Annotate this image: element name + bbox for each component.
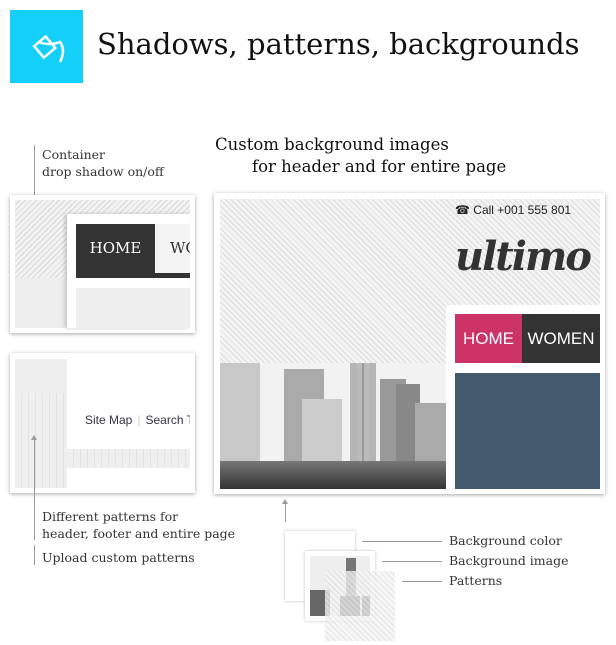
nav-women: WO [155, 224, 190, 273]
label-background-color: Background color [449, 533, 562, 548]
pointer-line [382, 561, 442, 562]
nav-home: HOME [89, 239, 142, 257]
container-shadow-label: Container drop shadow on/off [42, 147, 164, 179]
paint-bucket-icon [32, 34, 65, 63]
label-background-image: Background image [449, 553, 569, 568]
pointer-line [362, 541, 442, 542]
phone-icon: ☎ [455, 203, 470, 217]
layer-patterns [325, 571, 395, 641]
upload-label: Upload custom patterns [42, 550, 195, 565]
arrow-icon [282, 499, 288, 504]
nav-home: HOME [455, 314, 522, 363]
background-preview: ☎ Call +001 555 801 ultimo th HOME WOMEN [214, 193, 605, 494]
logo: ultimo th [455, 233, 600, 280]
arrow-icon [31, 435, 37, 440]
nav-women: WOMEN [522, 314, 600, 363]
label-patterns: Patterns [449, 573, 503, 588]
link-search: Search T [145, 413, 190, 427]
pointer-line [402, 581, 442, 582]
page-title: Shadows, patterns, backgrounds [97, 27, 580, 61]
phone-number: Call +001 555 801 [473, 203, 572, 217]
shadow-preview: HOME WO [10, 195, 195, 333]
patterns-preview: Site Map | Search T [10, 353, 195, 493]
pointer-line [34, 440, 35, 540]
header-icon-box [10, 10, 83, 83]
pointer-line [285, 504, 286, 522]
link-site-map: Site Map [85, 413, 133, 427]
skyline-image [220, 363, 446, 489]
patterns-label: Different patterns for header, footer and… [42, 509, 236, 541]
pointer-line [34, 545, 35, 565]
